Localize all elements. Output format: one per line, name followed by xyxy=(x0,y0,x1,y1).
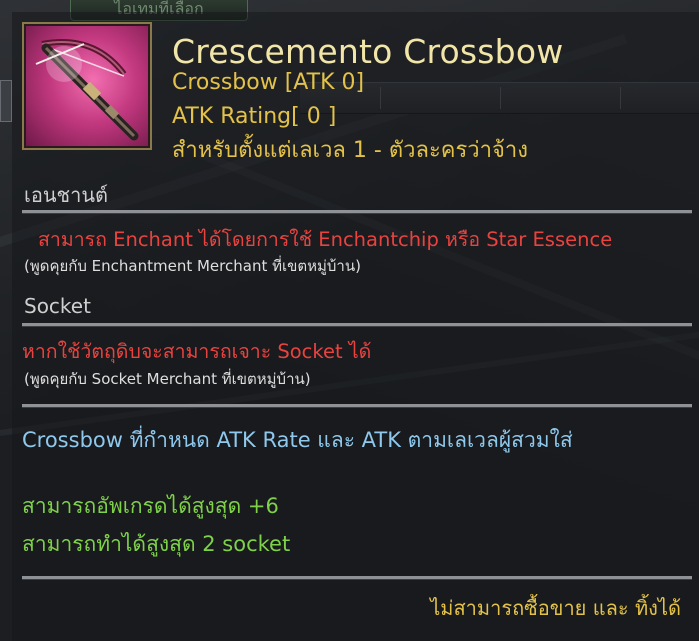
crossbow-icon xyxy=(22,22,152,150)
trade-restriction: ไม่สามารถซื้อขาย และ ทิ้งได้ xyxy=(430,596,681,620)
item-description: Crossbow ที่กำหนด ATK Rate และ ATK ตามเล… xyxy=(22,428,573,452)
socket-section-header: Socket xyxy=(24,294,91,318)
item-level-requirement: สำหรับตั้งแต่เลเวล 1 - ตัวละครว่าจ้าง xyxy=(172,138,528,163)
item-type: Crossbow [ATK 0] xyxy=(172,70,365,95)
upgrade-limit: สามารถอัพเกรดได้สูงสุด +6 xyxy=(22,494,279,518)
section-divider xyxy=(22,404,692,407)
enchant-description: สามารถ Enchant ได้โดยการใช้ Enchantchip … xyxy=(38,228,613,251)
socket-description: หากใช้วัตถุดิบจะสามารถเจาะ Socket ได้ xyxy=(22,340,372,363)
section-divider xyxy=(22,210,692,213)
game-screen: ไอเทมที่เลือก Crescemento Crossbow Cross xyxy=(0,0,699,641)
enchant-section-header: เอนชานต์ xyxy=(24,183,108,207)
item-name: Crescemento Crossbow xyxy=(172,32,564,71)
left-scroll-handle[interactable] xyxy=(0,80,12,122)
socket-note: (พูดคุยกับ Socket Merchant ที่เขตหมู่บ้า… xyxy=(24,370,311,388)
section-divider xyxy=(22,323,692,326)
socket-limit: สามารถทำได้สูงสุด 2 socket xyxy=(22,532,291,556)
item-rating: ATK Rating[ 0 ] xyxy=(172,104,337,129)
item-tooltip: Crescemento Crossbow Crossbow [ATK 0] AT… xyxy=(12,12,699,641)
section-divider xyxy=(22,576,692,579)
enchant-note: (พูดคุยกับ Enchantment Merchant ที่เขตหม… xyxy=(24,257,361,275)
